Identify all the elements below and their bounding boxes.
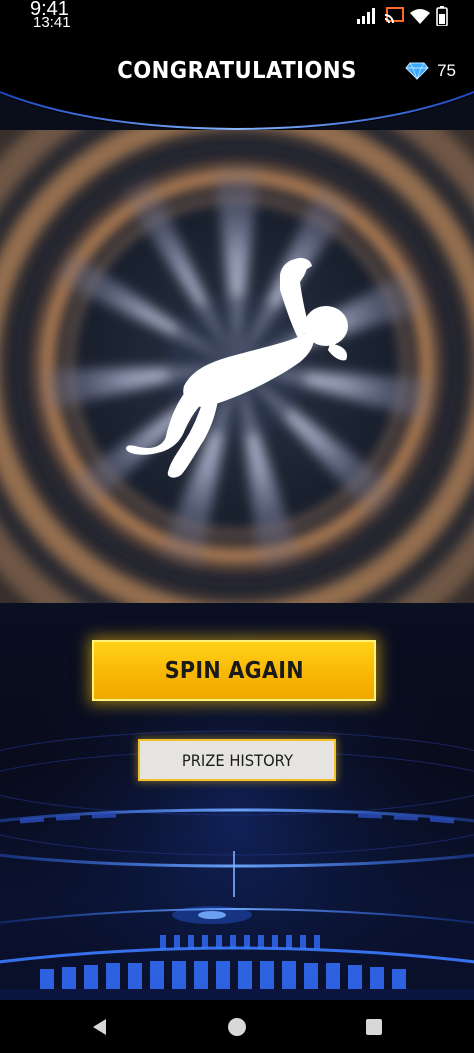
cast-icon (384, 7, 404, 24)
status-time-secondary: 13:41 (33, 14, 71, 31)
spin-again-button[interactable]: SPIN AGAIN (92, 640, 376, 701)
page-title: CONGRATULATIONS (117, 58, 357, 84)
status-icons (356, 4, 448, 28)
diamond-icon (405, 62, 429, 80)
reward-image (0, 130, 474, 603)
prize-history-label: PRIZE HISTORY (181, 750, 293, 770)
diamond-count: 75 (437, 61, 456, 80)
back-button[interactable] (87, 1014, 113, 1040)
reward-background (0, 130, 474, 603)
signal-icon (357, 8, 375, 24)
prize-history-button[interactable]: PRIZE HISTORY (138, 739, 336, 781)
status-bar: 9:41 13:41 (0, 0, 474, 34)
home-button[interactable] (224, 1014, 250, 1040)
recents-button[interactable] (361, 1014, 387, 1040)
wifi-icon (410, 9, 430, 24)
header: CONGRATULATIONS 75 (0, 34, 474, 130)
back-icon (93, 1019, 106, 1035)
action-stage: SPIN AGAIN PRIZE HISTORY (0, 603, 474, 1000)
recents-icon (366, 1019, 382, 1035)
diamond-counter[interactable]: 75 (405, 61, 456, 81)
home-icon (228, 1018, 246, 1036)
app-screen: 9:41 13:41 CONGRATULATIONS 75 SPIN AGAIN… (0, 0, 474, 1053)
navigation-bar (0, 1000, 474, 1053)
battery-icon (436, 6, 448, 26)
spin-again-label: SPIN AGAIN (164, 657, 304, 684)
